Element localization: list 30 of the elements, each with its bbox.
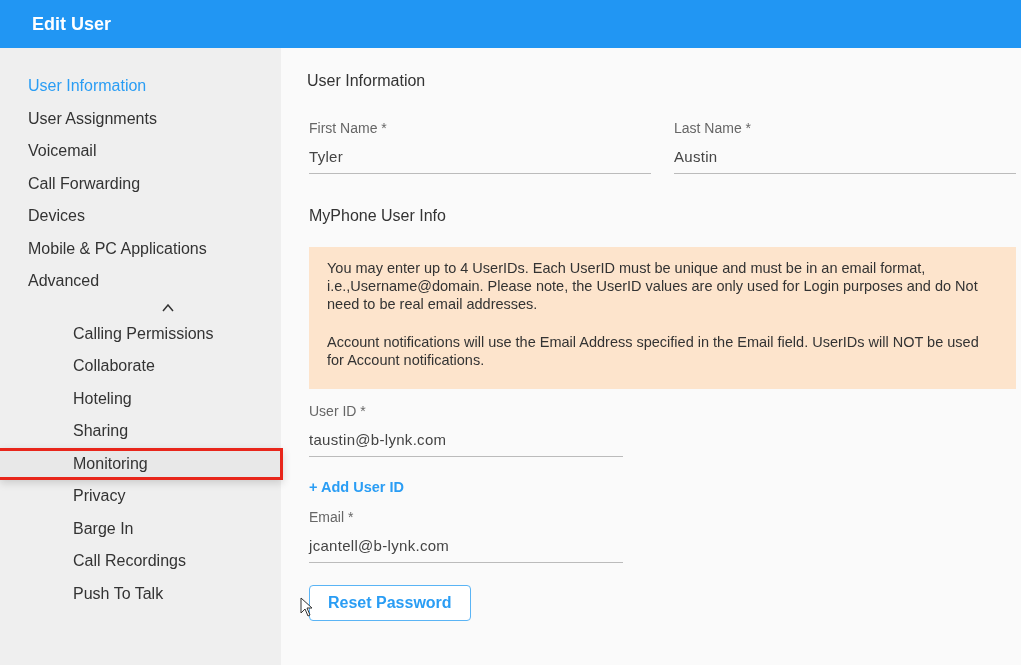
input-field[interactable]: jcantell@b-lynk.com — [309, 525, 623, 563]
sidebar-subitem[interactable]: Call Recordings — [0, 545, 281, 578]
window-title: Edit User — [32, 13, 112, 35]
sidebar-subitem[interactable]: Privacy — [0, 480, 281, 513]
field-label: User ID * — [309, 403, 367, 419]
mouse-pointer-icon — [300, 597, 314, 617]
sidebar-item[interactable]: Voicemail — [0, 135, 281, 168]
notice-text: Account notifications will use the Email Address specified in the Email field. UserIDs will NOT be used for Account notifications. — [327, 333, 980, 369]
chevron-up-icon[interactable] — [162, 303, 174, 312]
field-label: Last Name * — [674, 120, 753, 136]
sidebar-subitem[interactable]: Monitoring — [0, 447, 283, 480]
sidebar-subitem[interactable]: Sharing — [0, 415, 281, 448]
sidebar-item[interactable]: Advanced — [0, 265, 281, 298]
sidebar-item[interactable]: Call Forwarding — [0, 167, 281, 200]
input-field[interactable]: taustin@b-lynk.com — [309, 419, 623, 457]
sidebar-item[interactable]: Devices — [0, 200, 281, 233]
sidebar-subitem[interactable]: Collaborate — [0, 350, 281, 383]
sidebar-subitem[interactable]: Hoteling — [0, 382, 281, 415]
input-field[interactable]: Tyler — [309, 136, 651, 174]
sidebar-subitem[interactable]: Barge In — [0, 512, 281, 545]
field-label: Email * — [309, 509, 355, 525]
notice-text: You may enter up to 4 UserIDs. Each UserID must be unique and must be in an email format, i.e.,Username@domain. Please note, the UserID values are only used for Login purposes and do Not need to be real email addresses. — [327, 259, 979, 313]
sidebar-subitem[interactable]: Calling Permissions — [0, 317, 281, 350]
section-title: MyPhone User Info — [309, 207, 447, 225]
section-title: User Information — [307, 72, 427, 90]
sidebar-item[interactable]: Mobile & PC Applications — [0, 232, 281, 265]
input-field[interactable]: Austin — [674, 136, 1016, 174]
field-label: First Name * — [309, 120, 388, 136]
sidebar-subitem[interactable]: Push To Talk — [0, 577, 281, 610]
sidebar-item[interactable]: User Assignments — [0, 102, 281, 135]
